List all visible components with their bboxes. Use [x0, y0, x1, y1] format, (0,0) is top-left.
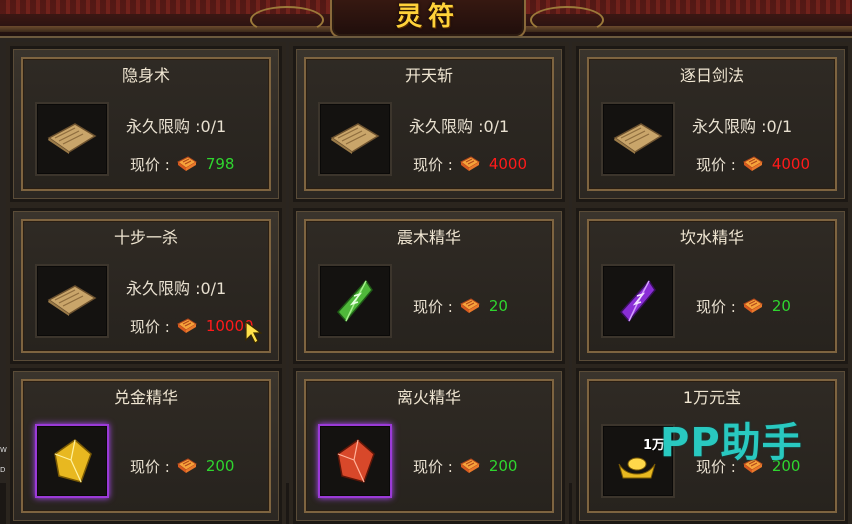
limit-value: 0/1: [483, 117, 510, 136]
limit-value: 0/1: [766, 117, 793, 136]
item-name: 十步一杀: [113, 228, 178, 247]
scroll-icon: [611, 120, 665, 156]
left-scroll-ornament-icon: [250, 6, 324, 34]
shop-item-card[interactable]: 震木精华 现价 : 20: [293, 208, 565, 364]
coupon-icon: [742, 156, 764, 172]
item-name: 兑金精华: [113, 388, 178, 407]
shop-item-card[interactable]: 兑金精华 现价 : 200: [10, 368, 282, 524]
price-row: 现价 : 4000: [413, 153, 527, 175]
price-row: 现价 : 20: [696, 295, 791, 317]
limit-label: 永久限购 :: [126, 279, 201, 298]
price-label: 现价 :: [130, 317, 170, 336]
price-value: 20: [488, 297, 508, 315]
shop-item-card[interactable]: 十步一杀 永久限购 :0/1 现价 : 10000: [10, 208, 282, 364]
price-label: 现价 :: [130, 155, 170, 174]
side-marks: W D: [0, 440, 10, 480]
gold-gem-icon: [51, 436, 95, 488]
price-label: 现价 :: [413, 155, 453, 174]
item-name: 震木精华: [396, 228, 461, 247]
side-mark: D: [0, 466, 6, 474]
limit-value: 0/1: [200, 279, 227, 298]
price-value: 4000: [488, 155, 528, 173]
price-row: 现价 : 200: [130, 455, 234, 477]
price-row: 现价 : 20: [413, 295, 508, 317]
item-name: 逐日剑法: [679, 66, 744, 85]
price-value: 798: [205, 155, 235, 173]
purchase-limit: 永久限购 :0/1: [126, 275, 226, 299]
scroll-icon: [45, 120, 99, 156]
right-scroll-ornament-icon: [530, 6, 604, 34]
shop-item-card[interactable]: 坎水精华 现价 : 20: [576, 208, 848, 364]
price-label: 现价 :: [696, 155, 736, 174]
watermark: PP助手: [660, 420, 803, 466]
shop-item-card[interactable]: 开天斩 永久限购 :0/1 现价 : 4000: [293, 46, 565, 202]
price-row: 现价 : 10000: [130, 315, 254, 337]
limit-value: 0/1: [200, 117, 227, 136]
title-plaque: 灵符: [330, 0, 526, 38]
shop-item-card[interactable]: 逐日剑法 永久限购 :0/1 现价 : 4000: [576, 46, 848, 202]
page-title: 灵符: [395, 2, 460, 32]
coupon-icon: [459, 298, 481, 314]
price-label: 现价 :: [696, 297, 736, 316]
purchase-limit: 永久限购 :0/1: [126, 113, 226, 137]
item-icon-slot[interactable]: [35, 102, 109, 176]
item-name: 开天斩: [404, 66, 453, 85]
scroll-icon: [328, 120, 382, 156]
coupon-icon: [459, 458, 481, 474]
coupon-icon: [176, 318, 198, 334]
side-mark: W: [0, 446, 7, 454]
red-gem-icon: [334, 436, 378, 488]
price-row: 现价 : 200: [413, 455, 517, 477]
item-icon-slot[interactable]: [318, 424, 392, 498]
coupon-icon: [459, 156, 481, 172]
coupon-icon: [742, 298, 764, 314]
item-name: 隐身术: [121, 66, 170, 85]
limit-label: 永久限购 :: [692, 117, 767, 136]
price-value: 4000: [771, 155, 811, 173]
scroll-icon: [45, 282, 99, 318]
coupon-icon: [176, 458, 198, 474]
item-icon-slot[interactable]: [35, 424, 109, 498]
item-name: 离火精华: [396, 388, 461, 407]
item-name: 1万元宝: [682, 388, 742, 407]
shop-item-card[interactable]: 离火精华 现价 : 200: [293, 368, 565, 524]
purple-gem-icon: [619, 278, 657, 324]
purchase-limit: 永久限购 :0/1: [409, 113, 509, 137]
purchase-limit: 永久限购 :0/1: [692, 113, 792, 137]
shop-item-card[interactable]: 隐身术 永久限购 :0/1 现价 : 798: [10, 46, 282, 202]
price-value: 200: [488, 457, 518, 475]
item-icon-slot[interactable]: [318, 102, 392, 176]
price-value: 200: [205, 457, 235, 475]
pointer-cursor-icon: [244, 320, 263, 348]
gold-ingot-icon: [617, 454, 657, 480]
item-icon-slot[interactable]: [318, 264, 392, 338]
price-label: 现价 :: [130, 457, 170, 476]
coupon-icon: [176, 156, 198, 172]
limit-label: 永久限购 :: [409, 117, 484, 136]
item-icon-slot[interactable]: [35, 264, 109, 338]
price-label: 现价 :: [413, 457, 453, 476]
item-icon-slot[interactable]: [601, 102, 675, 176]
price-row: 现价 : 4000: [696, 153, 810, 175]
limit-label: 永久限购 :: [126, 117, 201, 136]
price-label: 现价 :: [413, 297, 453, 316]
price-value: 20: [771, 297, 791, 315]
price-row: 现价 : 798: [130, 153, 234, 175]
item-name: 坎水精华: [679, 228, 744, 247]
green-gem-icon: [336, 278, 374, 324]
item-icon-slot[interactable]: [601, 264, 675, 338]
